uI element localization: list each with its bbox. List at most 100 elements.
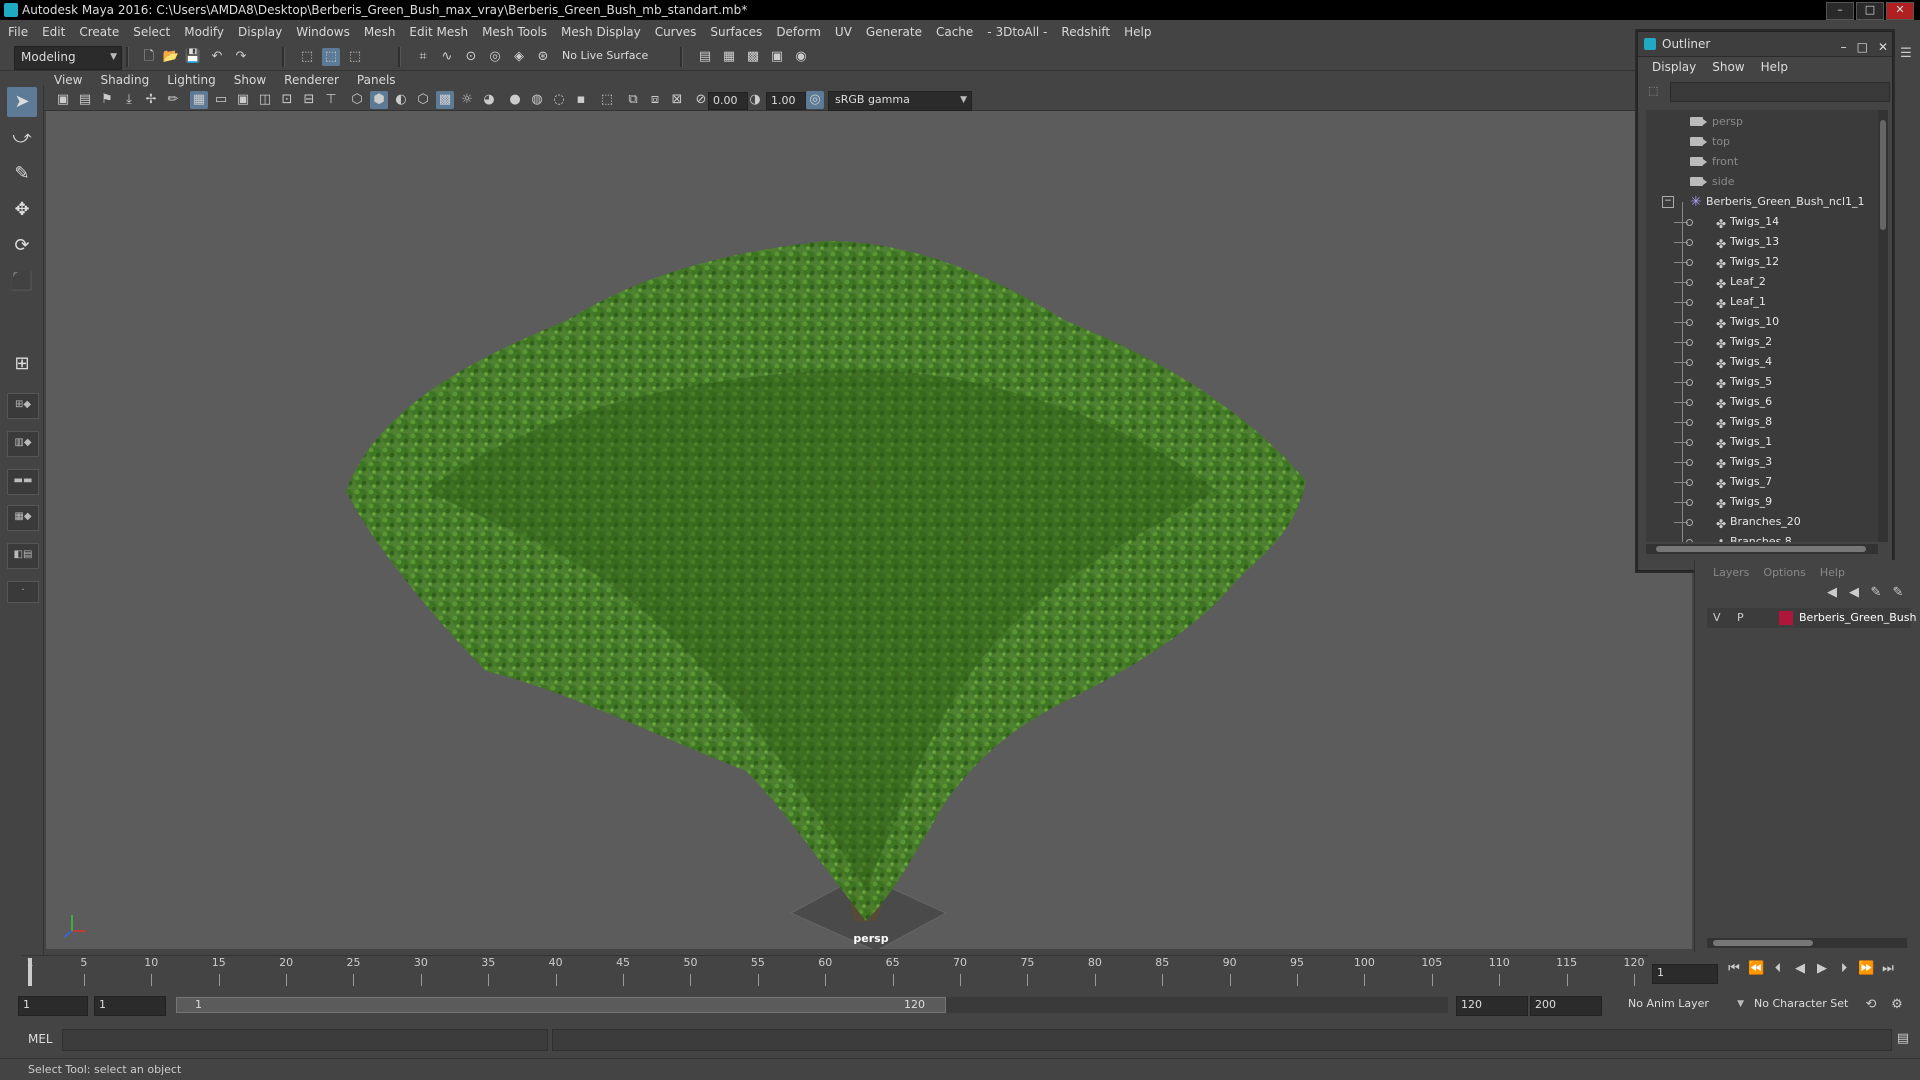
scale-tool-icon[interactable]: ⬛ [7,267,37,297]
select-object-icon[interactable]: ⬚ [322,48,340,66]
outliner-mesh-row[interactable]: ✤ Twigs_14 [1646,212,1878,232]
auto-key-icon[interactable]: ⟲ [1862,996,1880,1014]
menu-file[interactable]: File [8,25,28,39]
outliner-titlebar[interactable]: Outliner – □ ✕ [1638,32,1892,57]
move-layer-down-icon[interactable]: ◀ [1845,584,1863,602]
2d-pan-zoom-icon[interactable]: ✢ [142,91,160,109]
render-current-frame-icon[interactable]: ▦ [720,48,738,66]
snap-point-icon[interactable]: ⊙ [462,48,480,66]
menu-mesh[interactable]: Mesh [364,25,396,39]
gamma-icon[interactable]: ◑ [746,91,764,109]
outliner-mesh-row[interactable]: ✤ Twigs_6 [1646,392,1878,412]
layout-extra-icon[interactable]: · [7,581,39,603]
shadows-icon[interactable]: ◕ [480,91,498,109]
panel-menu-show[interactable]: Show [234,73,266,87]
step-forward-icon[interactable]: ⏩ [1858,961,1874,985]
show-manipulator-icon[interactable]: ⊞ [7,349,37,379]
snap-surface-icon[interactable]: ◈ [510,48,528,66]
maximize-button[interactable]: □ [1856,2,1884,20]
redo-icon[interactable]: ↷ [232,48,250,66]
rotate-tool-icon[interactable]: ⟳ [7,231,37,261]
menu-uv[interactable]: UV [835,25,852,39]
snap-grid-icon[interactable]: ⌗ [414,48,432,66]
use-default-material-icon[interactable]: ◐ [392,91,410,109]
undo-icon[interactable]: ↶ [208,48,226,66]
menu-select[interactable]: Select [133,25,170,39]
outliner-mesh-row[interactable]: ✤ Twigs_8 [1646,412,1878,432]
panel-menu-renderer[interactable]: Renderer [284,73,339,87]
menu-mesh-tools[interactable]: Mesh Tools [482,25,547,39]
resolution-gate-icon[interactable]: ▣ [234,91,252,109]
step-forward-key-icon[interactable]: ⏵ [1836,961,1852,985]
anim-layer-dropdown[interactable]: No Anim Layer ▼ [1622,996,1748,1014]
layer-horizontal-scrollbar[interactable] [1707,938,1907,948]
outliner-search-input[interactable] [1670,82,1890,102]
snap-curve-icon[interactable]: ∿ [438,48,456,66]
script-language-toggle[interactable]: MEL [28,1032,53,1046]
wireframe-icon[interactable]: ⬡ [348,91,366,109]
layer-row[interactable]: V P Berberis_Green_Bush [1707,608,1916,628]
current-time-indicator[interactable] [28,958,32,986]
outliner-mesh-row[interactable]: ✤ Twigs_4 [1646,352,1878,372]
outliner-mesh-row[interactable]: ✤ Twigs_2 [1646,332,1878,352]
xray-joints-icon[interactable]: ⧈ [646,91,664,109]
camera-attributes-icon[interactable]: ▤ [76,91,94,109]
layer-name[interactable]: Berberis_Green_Bush [1799,608,1916,628]
step-back-key-icon[interactable]: ⏴ [1770,961,1786,985]
step-back-icon[interactable]: ⏪ [1748,961,1764,985]
menu-generate[interactable]: Generate [866,25,922,39]
wireframe-on-shaded-icon[interactable]: ⬡ [414,91,432,109]
playback-end-field[interactable]: 120 [1456,996,1528,1016]
layer-visibility-toggle[interactable]: V [1713,608,1721,628]
channel-box-toggle-icon[interactable]: ☰ [1897,45,1915,63]
lasso-tool-icon[interactable]: ⤻ [7,123,37,153]
menu-deform[interactable]: Deform [776,25,821,39]
current-frame-field[interactable]: 1 [1652,964,1718,984]
hypershade-icon[interactable]: ◉ [792,48,810,66]
use-all-lights-icon[interactable]: ☼ [458,91,476,109]
motion-blur-icon[interactable]: ◍ [528,91,546,109]
panel-menu-view[interactable]: View [54,73,82,87]
select-component-icon[interactable]: ⬚ [346,48,364,66]
image-plane-icon[interactable]: ⤓ [120,91,138,109]
new-layer-selected-icon[interactable]: ✎ [1889,584,1907,602]
outliner-vertical-scrollbar[interactable] [1878,110,1888,542]
grease-pencil-icon[interactable]: ✏ [164,91,182,109]
go-to-end-icon[interactable]: ⏭ [1880,961,1896,985]
layout-graph-icon[interactable]: ◧▤ [7,543,39,569]
new-scene-icon[interactable]: 🗋 [140,48,158,66]
grid-icon[interactable]: ▦ [190,91,208,109]
film-gate-icon[interactable]: ▭ [212,91,230,109]
paint-select-tool-icon[interactable]: ✎ [7,159,37,189]
select-hierarchy-icon[interactable]: ⬚ [298,48,316,66]
color-management-icon[interactable]: ◎ [806,91,824,109]
anti-aliasing-icon[interactable]: ◌ [550,91,568,109]
layout-two-icon[interactable]: ▬▬ [7,469,39,495]
collapse-icon[interactable]: − [1662,196,1674,208]
outliner-mesh-row[interactable]: ✤ Leaf_1 [1646,292,1878,312]
xray-components-icon[interactable]: ⊠ [668,91,686,109]
script-editor-icon[interactable]: ▤ [1894,1030,1912,1048]
outliner-mesh-row[interactable]: ✤ Twigs_3 [1646,452,1878,472]
outliner-menu-display[interactable]: Display [1652,60,1696,74]
render-settings-icon[interactable]: ▤ [696,48,714,66]
xray-icon[interactable]: ⧉ [624,91,642,109]
select-tool-icon[interactable]: ➤ [7,87,37,117]
layout-single-icon[interactable]: ⊞◆ [7,393,39,419]
depth-of-field-icon[interactable]: ▪ [572,91,590,109]
textured-icon[interactable]: ▩ [436,91,454,109]
start-time-field[interactable]: 1 [18,996,88,1016]
outliner-mesh-row[interactable]: ✤ Branches 8 [1646,532,1878,542]
playback-start-field[interactable]: 1 [94,996,166,1016]
play-forwards-icon[interactable]: ▶ [1814,961,1830,985]
outliner-mesh-row[interactable]: ✤ Branches_20 [1646,512,1878,532]
minimize-button[interactable]: – [1826,2,1854,20]
menu-redshift[interactable]: Redshift [1061,25,1110,39]
panel-menu-shading[interactable]: Shading [100,73,149,87]
menu-windows[interactable]: Windows [296,25,350,39]
menu-edit[interactable]: Edit [42,25,65,39]
live-surface-field[interactable]: No Live Surface [556,48,662,66]
bookmark-icon[interactable]: ⚑ [98,91,116,109]
close-button[interactable]: ✕ [1886,2,1914,20]
filter-icon[interactable]: ⬚ [1648,84,1662,98]
